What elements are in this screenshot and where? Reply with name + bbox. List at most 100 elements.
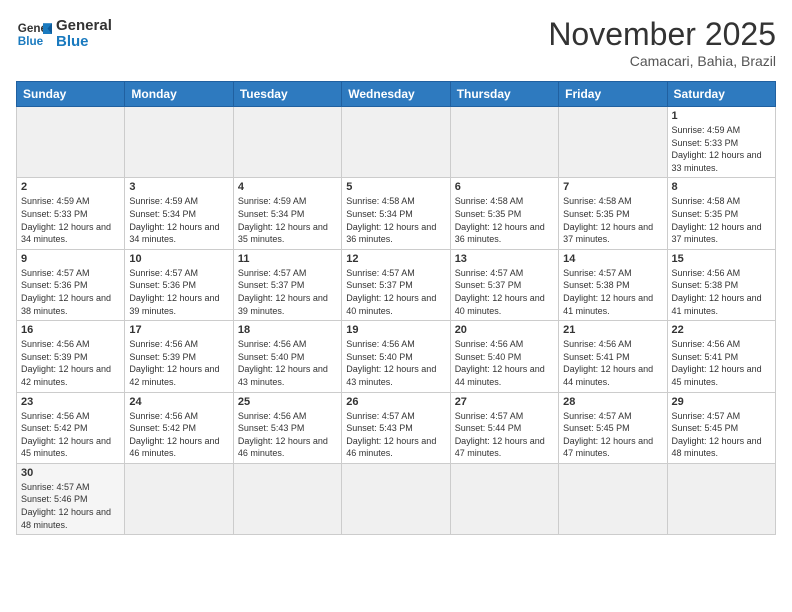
day-number: 4: [238, 181, 337, 193]
table-row: 14 Sunrise: 4:57 AMSunset: 5:38 PMDayligh…: [559, 249, 667, 320]
table-row: 7 Sunrise: 4:58 AMSunset: 5:35 PMDaylight…: [559, 178, 667, 249]
table-row: 20 Sunrise: 4:56 AMSunset: 5:40 PMDayligh…: [450, 321, 558, 392]
day-number: 20: [455, 324, 554, 336]
day-number: 29: [672, 396, 771, 408]
calendar-header-row: Sunday Monday Tuesday Wednesday Thursday…: [17, 82, 776, 107]
table-row: 26 Sunrise: 4:57 AMSunset: 5:43 PMDayligh…: [342, 392, 450, 463]
table-row: [233, 463, 341, 534]
table-row: 2 Sunrise: 4:59 AMSunset: 5:33 PMDaylight…: [17, 178, 125, 249]
day-number: 6: [455, 181, 554, 193]
day-number: 23: [21, 396, 120, 408]
day-number: 18: [238, 324, 337, 336]
table-row: 8Sunrise: 4:58 AMSunset: 5:35 PMDaylight…: [667, 178, 775, 249]
day-info: Sunrise: 4:57 AMSunset: 5:43 PMDaylight:…: [346, 410, 445, 460]
table-row: 22Sunrise: 4:56 AMSunset: 5:41 PMDayligh…: [667, 321, 775, 392]
table-row: 11 Sunrise: 4:57 AMSunset: 5:37 PMDayligh…: [233, 249, 341, 320]
day-number: 10: [129, 253, 228, 265]
table-row: [233, 107, 341, 178]
day-number: 7: [563, 181, 662, 193]
day-info: Sunrise: 4:56 AMSunset: 5:39 PMDaylight:…: [129, 338, 228, 388]
day-info: Sunrise: 4:57 AMSunset: 5:36 PMDaylight:…: [129, 267, 228, 317]
day-info: Sunrise: 4:57 AMSunset: 5:44 PMDaylight:…: [455, 410, 554, 460]
day-number: 21: [563, 324, 662, 336]
table-row: [667, 463, 775, 534]
table-row: 17 Sunrise: 4:56 AMSunset: 5:39 PMDayligh…: [125, 321, 233, 392]
table-row: 16 Sunrise: 4:56 AMSunset: 5:39 PMDayligh…: [17, 321, 125, 392]
day-info: Sunrise: 4:56 AMSunset: 5:40 PMDaylight:…: [455, 338, 554, 388]
table-row: 1Sunrise: 4:59 AMSunset: 5:33 PMDaylight…: [667, 107, 775, 178]
day-number: 14: [563, 253, 662, 265]
day-number: 17: [129, 324, 228, 336]
day-info: Sunrise: 4:57 AMSunset: 5:37 PMDaylight:…: [346, 267, 445, 317]
day-number: 5: [346, 181, 445, 193]
day-number: 27: [455, 396, 554, 408]
table-row: 4 Sunrise: 4:59 AMSunset: 5:34 PMDaylight…: [233, 178, 341, 249]
table-row: 12 Sunrise: 4:57 AMSunset: 5:37 PMDayligh…: [342, 249, 450, 320]
table-row: 3Sunrise: 4:59 AMSunset: 5:34 PMDaylight…: [125, 178, 233, 249]
day-info: Sunrise: 4:56 AMSunset: 5:40 PMDaylight:…: [238, 338, 337, 388]
month-year-title: November 2025: [548, 16, 776, 53]
day-info: Sunrise: 4:57 AMSunset: 5:45 PMDaylight:…: [563, 410, 662, 460]
day-info: Sunrise: 4:59 AMSunset: 5:33 PMDaylight:…: [21, 195, 120, 245]
day-number: 28: [563, 396, 662, 408]
day-info: Sunrise: 4:56 AMSunset: 5:38 PMDaylight:…: [672, 267, 771, 317]
header-tuesday: Tuesday: [233, 82, 341, 107]
day-info: Sunrise: 4:56 AMSunset: 5:41 PMDaylight:…: [563, 338, 662, 388]
day-info: Sunrise: 4:58 AMSunset: 5:35 PMDaylight:…: [455, 195, 554, 245]
table-row: 19 Sunrise: 4:56 AMSunset: 5:40 PMDayligh…: [342, 321, 450, 392]
day-info: Sunrise: 4:58 AMSunset: 5:35 PMDaylight:…: [672, 195, 771, 245]
table-row: [559, 463, 667, 534]
table-row: 15Sunrise: 4:56 AMSunset: 5:38 PMDayligh…: [667, 249, 775, 320]
table-row: 13Sunrise: 4:57 AMSunset: 5:37 PMDayligh…: [450, 249, 558, 320]
table-row: 25Sunrise: 4:56 AMSunset: 5:43 PMDayligh…: [233, 392, 341, 463]
day-number: 26: [346, 396, 445, 408]
day-number: 25: [238, 396, 337, 408]
day-number: 9: [21, 253, 120, 265]
day-info: Sunrise: 4:56 AMSunset: 5:42 PMDaylight:…: [21, 410, 120, 460]
day-info: Sunrise: 4:59 AMSunset: 5:34 PMDaylight:…: [238, 195, 337, 245]
day-info: Sunrise: 4:58 AMSunset: 5:35 PMDaylight:…: [563, 195, 662, 245]
table-row: [342, 463, 450, 534]
location-subtitle: Camacari, Bahia, Brazil: [548, 53, 776, 69]
day-info: Sunrise: 4:59 AMSunset: 5:34 PMDaylight:…: [129, 195, 228, 245]
header-sunday: Sunday: [17, 82, 125, 107]
svg-text:Blue: Blue: [18, 35, 44, 48]
table-row: [17, 107, 125, 178]
logo-blue-text: Blue: [56, 34, 112, 51]
table-row: [450, 463, 558, 534]
day-info: Sunrise: 4:59 AMSunset: 5:33 PMDaylight:…: [672, 124, 771, 174]
table-row: 28 Sunrise: 4:57 AMSunset: 5:45 PMDayligh…: [559, 392, 667, 463]
day-info: Sunrise: 4:56 AMSunset: 5:39 PMDaylight:…: [21, 338, 120, 388]
day-info: Sunrise: 4:56 AMSunset: 5:41 PMDaylight:…: [672, 338, 771, 388]
day-number: 11: [238, 253, 337, 265]
page-header: General Blue General Blue November 2025 …: [16, 16, 776, 69]
calendar-table: Sunday Monday Tuesday Wednesday Thursday…: [16, 81, 776, 535]
table-row: [125, 463, 233, 534]
day-info: Sunrise: 4:57 AMSunset: 5:37 PMDaylight:…: [455, 267, 554, 317]
table-row: 9 Sunrise: 4:57 AMSunset: 5:36 PMDaylight…: [17, 249, 125, 320]
day-number: 2: [21, 181, 120, 193]
table-row: [450, 107, 558, 178]
table-row: 29 Sunrise: 4:57 AMSunset: 5:45 PMDayligh…: [667, 392, 775, 463]
day-number: 12: [346, 253, 445, 265]
table-row: 5Sunrise: 4:58 AMSunset: 5:34 PMDaylight…: [342, 178, 450, 249]
day-info: Sunrise: 4:57 AMSunset: 5:45 PMDaylight:…: [672, 410, 771, 460]
day-info: Sunrise: 4:56 AMSunset: 5:42 PMDaylight:…: [129, 410, 228, 460]
day-number: 19: [346, 324, 445, 336]
day-info: Sunrise: 4:56 AMSunset: 5:40 PMDaylight:…: [346, 338, 445, 388]
day-number: 24: [129, 396, 228, 408]
table-row: 27 Sunrise: 4:57 AMSunset: 5:44 PMDayligh…: [450, 392, 558, 463]
header-monday: Monday: [125, 82, 233, 107]
logo-icon: General Blue: [16, 16, 52, 52]
day-info: Sunrise: 4:57 AMSunset: 5:38 PMDaylight:…: [563, 267, 662, 317]
day-info: Sunrise: 4:57 AMSunset: 5:46 PMDaylight:…: [21, 481, 120, 531]
day-number: 16: [21, 324, 120, 336]
table-row: 30Sunrise: 4:57 AMSunset: 5:46 PMDayligh…: [17, 463, 125, 534]
title-block: November 2025 Camacari, Bahia, Brazil: [548, 16, 776, 69]
day-info: Sunrise: 4:57 AMSunset: 5:37 PMDaylight:…: [238, 267, 337, 317]
logo: General Blue General Blue: [16, 16, 112, 52]
table-row: 10 Sunrise: 4:57 AMSunset: 5:36 PMDayligh…: [125, 249, 233, 320]
table-row: 18 Sunrise: 4:56 AMSunset: 5:40 PMDayligh…: [233, 321, 341, 392]
day-info: Sunrise: 4:57 AMSunset: 5:36 PMDaylight:…: [21, 267, 120, 317]
logo-general-text: General: [56, 18, 112, 35]
